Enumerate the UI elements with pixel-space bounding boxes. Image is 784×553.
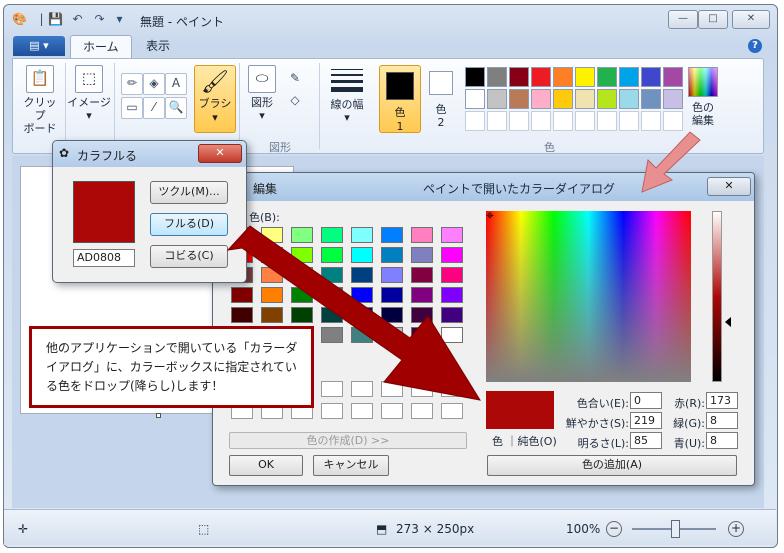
callout-text: 他のアプリケーションで開いている「カラーダイアログ」に、カラーボックスに指定され… — [46, 341, 298, 393]
annotation-overlay — [226, 131, 701, 401]
callout-box: 他のアプリケーションで開いている「カラーダイアログ」に、カラーボックスに指定され… — [29, 326, 314, 408]
pink-pointer-arrow-icon — [641, 131, 701, 193]
